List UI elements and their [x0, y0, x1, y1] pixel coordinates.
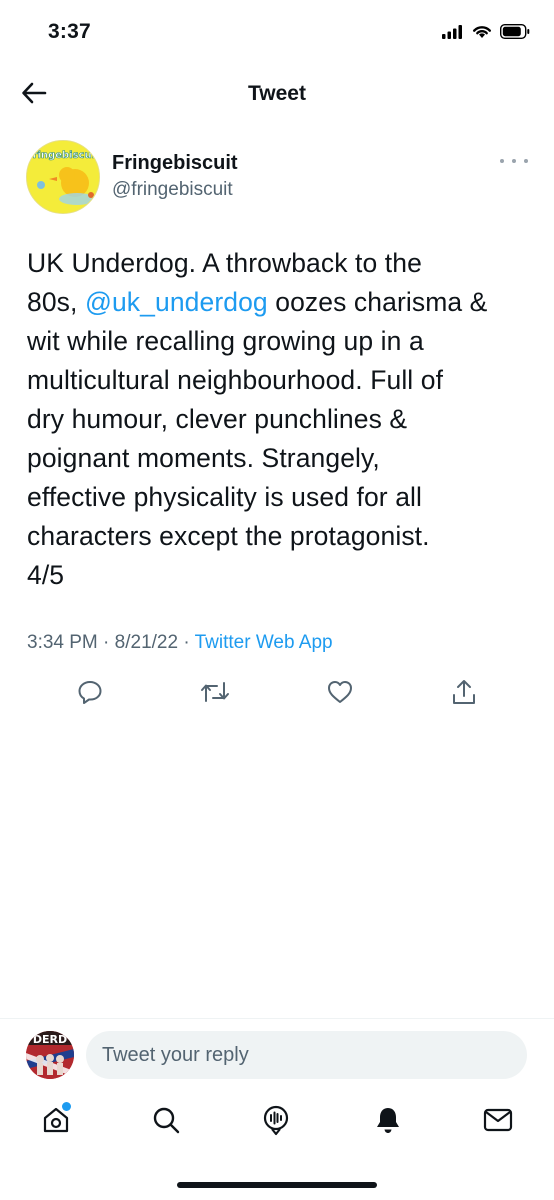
- meta-separator: ·: [178, 632, 195, 653]
- tweet-text-fragment: oozes charisma &: [267, 287, 488, 317]
- tweet-text-fragment: dry humour, clever punchlines &: [27, 404, 408, 434]
- reply-icon: [77, 679, 103, 710]
- tweet-source[interactable]: Twitter Web App: [195, 632, 333, 653]
- tweet-text-fragment: multicultural neighbourhood. Full of: [27, 365, 444, 395]
- share-button[interactable]: [444, 676, 484, 712]
- status-time: 3:37: [48, 20, 91, 43]
- tweet-line: effective physicality is used for all: [27, 478, 533, 517]
- nav-notifications[interactable]: [368, 1100, 408, 1144]
- search-icon: [151, 1105, 181, 1140]
- nav-spaces[interactable]: [256, 1100, 296, 1144]
- nav-messages[interactable]: [478, 1100, 518, 1144]
- home-indicator: [177, 1182, 377, 1188]
- bottom-navigation: [0, 1100, 554, 1150]
- tweet-line: characters except the protagonist.: [27, 517, 533, 556]
- tweet-meta: 3:34 PM · 8/21/22 · Twitter Web App: [27, 632, 333, 654]
- tweet-line: UK Underdog. A throwback to the: [27, 244, 533, 283]
- mention-link[interactable]: @uk_underdog: [85, 287, 268, 317]
- tweet-line: multicultural neighbourhood. Full of: [27, 361, 533, 400]
- mail-icon: [483, 1107, 513, 1138]
- home-unread-dot: [62, 1102, 71, 1111]
- spaces-icon: [261, 1104, 291, 1141]
- tweet-line: dry humour, clever punchlines &: [27, 400, 533, 439]
- page-title: Tweet: [248, 82, 306, 105]
- tweet-text: UK Underdog. A throwback to the 80s, @uk…: [27, 244, 533, 595]
- reply-input[interactable]: [86, 1031, 527, 1079]
- tweet-line: poignant moments. Strangely,: [27, 439, 533, 478]
- tweet-text-fragment: UK Underdog. A throwback to the: [27, 248, 422, 278]
- avatar-wordmark: DERD: [33, 1033, 67, 1046]
- retweet-icon: [200, 679, 230, 710]
- wifi-icon: [472, 24, 492, 44]
- author-handle[interactable]: @fringebiscuit: [112, 179, 233, 201]
- status-bar: 3:37: [0, 0, 554, 64]
- share-icon: [451, 678, 477, 711]
- heart-icon: [327, 680, 353, 709]
- tweet-text-fragment: poignant moments. Strangely,: [27, 443, 380, 473]
- header: Tweet: [0, 70, 554, 120]
- like-button[interactable]: [320, 676, 360, 712]
- more-dot-icon: [500, 159, 504, 163]
- nav-search[interactable]: [146, 1100, 186, 1144]
- more-dot-icon: [524, 159, 528, 163]
- battery-icon: [499, 23, 530, 44]
- reply-button[interactable]: [70, 676, 110, 712]
- user-avatar[interactable]: DERD: [26, 1031, 74, 1079]
- avatar-wordmark: fringebiscuit: [28, 150, 100, 161]
- more-dot-icon: [512, 159, 516, 163]
- tweet-line: 80s, @uk_underdog oozes charisma &: [27, 283, 533, 322]
- bell-icon: [373, 1105, 403, 1140]
- reply-divider: [0, 1018, 554, 1019]
- tweet-text-fragment: wit while recalling growing up in a: [27, 326, 424, 356]
- author-name[interactable]: Fringebiscuit: [112, 152, 238, 175]
- more-options-button[interactable]: [500, 152, 528, 170]
- cellular-signal-icon: [442, 24, 464, 44]
- tweet-text-fragment: 80s,: [27, 287, 85, 317]
- tweet-author: fringebiscuit Fringebiscuit @fringebiscu…: [26, 140, 528, 216]
- tweet-date[interactable]: 8/21/22: [115, 632, 178, 653]
- tweet-line: wit while recalling growing up in a: [27, 322, 533, 361]
- tweet-time[interactable]: 3:34 PM: [27, 632, 98, 653]
- tweet-actions: [0, 676, 554, 716]
- tweet-text-fragment: 4/5: [27, 560, 65, 590]
- retweet-button[interactable]: [195, 676, 235, 712]
- tweet-text-fragment: effective physicality is used for all: [27, 482, 423, 512]
- status-icons: [442, 23, 530, 44]
- tweet-text-fragment: characters except the protagonist.: [27, 521, 430, 551]
- meta-separator: ·: [97, 632, 115, 653]
- author-avatar[interactable]: fringebiscuit: [26, 140, 100, 214]
- tweet-line: 4/5: [27, 556, 533, 595]
